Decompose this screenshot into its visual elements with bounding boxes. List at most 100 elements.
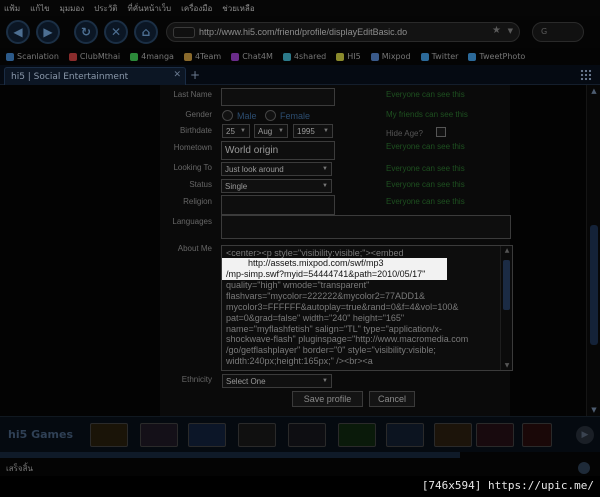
hometown-label: Hometown xyxy=(173,143,212,152)
looking-to-label: Looking To xyxy=(173,163,212,172)
selected-url-line-1: http://assets.mixpod.com/swf/mp3 xyxy=(248,258,384,268)
last-name-input[interactable] xyxy=(221,88,335,106)
birth-day-select[interactable]: 25 ▼ xyxy=(222,124,250,138)
bookmark-item[interactable]: TweetPhoto xyxy=(468,52,525,61)
bookmark-icon xyxy=(336,52,345,61)
tab-overview-icon[interactable] xyxy=(580,69,592,81)
hide-age-label: Hide Age? xyxy=(386,129,423,138)
tab-bar: hi5 | Social Entertainment ✕ + xyxy=(0,65,600,85)
game-thumbnail[interactable] xyxy=(140,423,178,447)
bookmark-star-icon[interactable]: ★ xyxy=(492,25,501,36)
stop-icon[interactable]: ✕ xyxy=(104,20,128,44)
hometown-input[interactable]: World origin xyxy=(221,141,335,160)
visibility-religion: Everyone can see this xyxy=(386,197,465,206)
game-thumbnail[interactable] xyxy=(238,423,276,447)
bookmark-item[interactable]: 4shared xyxy=(282,52,326,61)
scroll-down-icon[interactable]: ▼ xyxy=(589,406,599,414)
textarea-scroll-thumb[interactable] xyxy=(503,260,510,310)
new-tab-icon[interactable]: + xyxy=(190,69,204,83)
tab-hi5[interactable]: hi5 | Social Entertainment ✕ xyxy=(4,67,186,85)
religion-input[interactable] xyxy=(221,195,335,215)
visibility-gender: My friends can see this xyxy=(386,110,468,119)
url-text[interactable]: http://www.hi5.com/friend/profile/displa… xyxy=(199,27,407,37)
visibility-status: Everyone can see this xyxy=(386,180,465,189)
visibility-looking-to: Everyone can see this xyxy=(386,164,465,173)
bookmark-item[interactable]: Mixpod xyxy=(370,52,411,61)
looking-to-select[interactable]: Just look around ▼ xyxy=(221,162,332,176)
bookmark-icon xyxy=(6,52,14,61)
next-games-icon[interactable]: ▶ xyxy=(576,426,594,444)
gender-female-label: Female xyxy=(280,111,311,121)
game-thumbnail[interactable] xyxy=(90,423,128,447)
bookmark-item[interactable]: 4Team xyxy=(183,52,221,61)
bookmark-item[interactable]: Chat4M xyxy=(231,52,273,61)
gender-female-radio[interactable] xyxy=(265,110,276,121)
birth-month-select[interactable]: Aug ▼ xyxy=(254,124,288,138)
status-text: เสร็จสิ้น xyxy=(6,464,33,473)
bookmark-icon xyxy=(420,52,429,61)
chevron-down-icon: ▼ xyxy=(240,128,246,134)
bookmark-item[interactable]: 4manga xyxy=(130,52,174,61)
reload-icon[interactable]: ↻ xyxy=(74,20,98,44)
chevron-down-icon: ▼ xyxy=(278,128,284,134)
game-thumbnail[interactable] xyxy=(338,423,376,447)
horizontal-scrollbar[interactable] xyxy=(0,452,460,458)
gender-label: Gender xyxy=(185,110,212,119)
scroll-up-icon[interactable]: ▲ xyxy=(589,87,599,95)
religion-label: Religion xyxy=(183,197,212,206)
menu-view[interactable]: มุมมอง xyxy=(60,2,85,15)
visibility-last-name: Everyone can see this xyxy=(386,90,465,99)
url-bar[interactable]: http://www.hi5.com/friend/profile/displa… xyxy=(166,22,520,42)
menu-file[interactable]: แฟ้ม xyxy=(4,2,20,15)
about-me-textarea[interactable]: <center><p style="visibility:visible;"><… xyxy=(221,245,513,371)
search-input[interactable]: G xyxy=(532,22,584,42)
forward-icon[interactable]: ▶ xyxy=(36,20,60,44)
menu-edit[interactable]: แก้ไข xyxy=(30,2,50,15)
web-page: Last Name Everyone can see this Gender M… xyxy=(0,85,586,416)
last-name-label: Last Name xyxy=(173,90,212,99)
cancel-button[interactable]: Cancel xyxy=(369,391,415,407)
ethnicity-label: Ethnicity xyxy=(181,375,212,384)
game-thumbnail[interactable] xyxy=(188,423,226,447)
menu-bookmarks[interactable]: ที่คั่นหน้าเว็บ xyxy=(127,2,171,15)
languages-input[interactable] xyxy=(221,215,511,239)
bookmark-item[interactable]: ClubMthai xyxy=(68,52,120,61)
game-thumbnail[interactable] xyxy=(386,423,424,447)
save-profile-button[interactable]: Save profile xyxy=(292,391,363,407)
page-scrollbar[interactable]: ▲ ▼ xyxy=(586,85,600,416)
chevron-down-icon: ▼ xyxy=(322,166,328,172)
addon-icon[interactable] xyxy=(578,462,590,474)
menu-tools[interactable]: เครื่องมือ xyxy=(181,2,212,15)
about-me-label: About Me xyxy=(177,244,212,253)
ethnicity-select[interactable]: Select One ▼ xyxy=(222,374,332,388)
hide-age-checkbox[interactable] xyxy=(436,127,446,137)
chevron-down-icon: ▼ xyxy=(322,378,328,384)
game-thumbnail[interactable] xyxy=(434,423,472,447)
bookmark-icon xyxy=(231,52,240,61)
scroll-up-icon[interactable]: ▲ xyxy=(502,247,512,254)
bookmark-item[interactable]: Twitter xyxy=(420,52,458,61)
textarea-scrollbar[interactable]: ▲ ▼ xyxy=(500,246,512,370)
birth-year-select[interactable]: 1995 ▼ xyxy=(293,124,333,138)
menu-help[interactable]: ช่วยเหลือ xyxy=(222,2,254,15)
navigation-toolbar: ◀ ▶ ↻ ✕ ⌂ http://www.hi5.com/friend/prof… xyxy=(0,16,600,48)
url-dropdown-icon[interactable]: ▼ xyxy=(508,27,513,35)
gender-male-radio[interactable] xyxy=(222,110,233,121)
status-select[interactable]: Single ▼ xyxy=(221,179,332,193)
game-thumbnail[interactable] xyxy=(522,423,552,447)
page-scroll-thumb[interactable] xyxy=(590,225,598,345)
game-thumbnail[interactable] xyxy=(288,423,326,447)
credit-text: [746x594] https://upic.me/ xyxy=(421,479,594,492)
close-tab-icon[interactable]: ✕ xyxy=(173,70,181,80)
site-identity-icon[interactable] xyxy=(173,27,195,38)
games-bar: hi5 Games ▶ xyxy=(0,416,600,452)
bookmark-icon xyxy=(130,52,139,61)
game-thumbnail[interactable] xyxy=(476,423,514,447)
scroll-down-icon[interactable]: ▼ xyxy=(502,362,512,369)
back-icon[interactable]: ◀ xyxy=(6,20,30,44)
status-bar: เสร็จสิ้น xyxy=(0,452,600,476)
bookmark-item[interactable]: HI5 xyxy=(336,52,361,61)
bookmark-item[interactable]: Scanlation xyxy=(6,52,59,61)
menu-history[interactable]: ประวัติ xyxy=(94,2,117,15)
home-icon[interactable]: ⌂ xyxy=(134,20,158,44)
